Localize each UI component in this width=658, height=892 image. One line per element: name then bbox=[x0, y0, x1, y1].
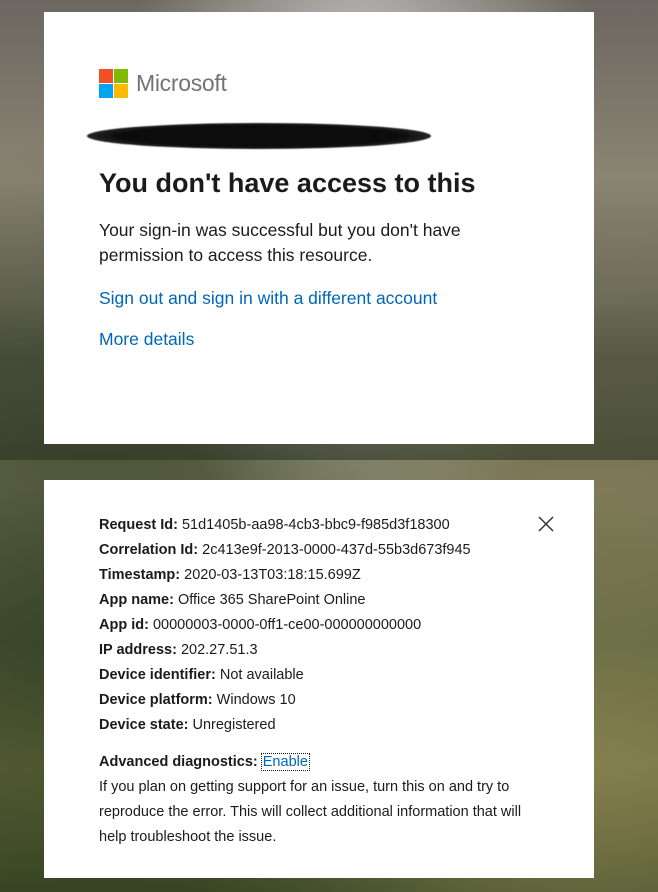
detail-value: Windows 10 bbox=[216, 692, 296, 708]
detail-ip-address: IP address: 202.27.51.3 bbox=[99, 638, 539, 663]
detail-label: Timestamp: bbox=[99, 567, 181, 583]
detail-correlation-id: Correlation Id: 2c413e9f-2013-0000-437d-… bbox=[99, 538, 539, 563]
microsoft-logo-icon bbox=[99, 68, 128, 98]
detail-value: 202.27.51.3 bbox=[180, 642, 258, 658]
advanced-diagnostics: Advanced diagnostics: Enable bbox=[99, 750, 539, 775]
detail-label: Request Id: bbox=[99, 517, 178, 533]
detail-app-name: App name: Office 365 SharePoint Online bbox=[99, 588, 539, 613]
enable-diagnostics-link[interactable]: Enable bbox=[260, 753, 310, 771]
detail-value: 51d1405b-aa98-4cb3-bbc9-f985d3f18300 bbox=[181, 517, 450, 533]
detail-app-id: App id: 00000003-0000-0ff1-ce00-00000000… bbox=[99, 613, 539, 638]
redacted-account-name bbox=[87, 123, 431, 149]
brand: Microsoft bbox=[99, 68, 539, 98]
close-icon bbox=[538, 516, 554, 532]
detail-device-state: Device state: Unregistered bbox=[99, 713, 539, 738]
detail-label: Device identifier: bbox=[99, 667, 216, 683]
detail-device-identifier: Device identifier: Not available bbox=[99, 663, 539, 688]
detail-value: Not available bbox=[219, 667, 304, 683]
detail-device-platform: Device platform: Windows 10 bbox=[99, 688, 539, 713]
signout-link[interactable]: Sign out and sign in with a different ac… bbox=[99, 288, 539, 309]
detail-timestamp: Timestamp: 2020-03-13T03:18:15.699Z bbox=[99, 563, 539, 588]
detail-label: App id: bbox=[99, 617, 149, 633]
page-title: You don't have access to this bbox=[99, 168, 476, 198]
detail-value: Office 365 SharePoint Online bbox=[177, 592, 366, 608]
advanced-diagnostics-label: Advanced diagnostics: bbox=[99, 754, 258, 770]
brand-name: Microsoft bbox=[136, 69, 227, 96]
detail-label: Device state: bbox=[99, 717, 189, 733]
access-denied-card: Microsoft You don't have access to this … bbox=[44, 12, 594, 444]
detail-request-id: Request Id: 51d1405b-aa98-4cb3-bbc9-f985… bbox=[99, 513, 539, 538]
error-description: Your sign-in was successful but you don'… bbox=[99, 220, 461, 265]
detail-label: IP address: bbox=[99, 642, 177, 658]
advanced-diagnostics-description: If you plan on getting support for an is… bbox=[99, 779, 522, 845]
detail-value: 00000003-0000-0ff1-ce00-000000000000 bbox=[152, 617, 422, 633]
detail-value: 2c413e9f-2013-0000-437d-55b3d673f945 bbox=[202, 542, 471, 558]
detail-value: 2020-03-13T03:18:15.699Z bbox=[184, 567, 361, 583]
detail-label: App name: bbox=[99, 592, 174, 608]
detail-label: Correlation Id: bbox=[99, 542, 199, 558]
detail-value: Unregistered bbox=[192, 717, 276, 733]
detail-label: Device platform: bbox=[99, 692, 213, 708]
close-details-button[interactable] bbox=[536, 514, 556, 534]
more-details-link[interactable]: More details bbox=[99, 329, 539, 350]
details-panel: Request Id: 51d1405b-aa98-4cb3-bbc9-f985… bbox=[44, 480, 594, 878]
